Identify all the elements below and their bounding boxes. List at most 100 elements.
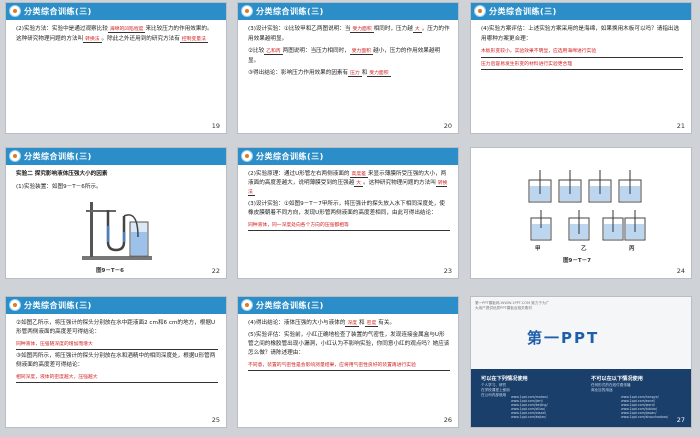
slide-header: 分类综合训练(三) [471,3,691,20]
slide-number: 21 [676,122,685,130]
answer: 密度 [364,321,379,327]
text: ③得出结论：影响压力作用效果的因素有 [248,70,349,76]
links-col2: www.1ppt.com/hangye/ www.1ppt.com/excel/… [621,395,668,419]
answer: 不同意，装置的气密性是会影响测量结果，应将用气密性良好的装置再进行实验 [248,361,450,371]
slide-body: (4)得出结论：液体压强的大小与液体的 深度和密度 有关。 (5)实验评估：实验前，… [248,319,450,373]
figure-label-jia: 甲 [535,246,541,252]
header-badge-icon [9,5,21,17]
slide-thumbnail-19[interactable]: 分类综合训练(三) (2)实验方法：实验中是通过观察比较 海绵的凹陷程度 来比较压力… [5,2,227,134]
slide-thumbnail-22[interactable]: 分类综合训练(三) 实验二 探究影响液体压强大小的因素 (1)实验装置：如图9－… [5,147,227,279]
list-item: 商业目的用途 [591,388,613,392]
slide-title: 分类综合训练(三) [256,152,324,161]
figure-caption: 图9－T－7 [563,258,591,264]
answer: 受力面积 [349,49,373,55]
figure-caption: 图9－T－6 [96,268,124,274]
slide-header: 分类综合训练(三) [238,148,458,165]
slide-title: 分类综合训练(三) [24,152,92,161]
answer: 压力后容易发生形变的材料进行实验更合理 [481,60,683,70]
text: 有关。 [378,320,396,326]
answer: 相同深度，液体的密度越大，压强越大 [16,373,218,383]
answer: 深度 [345,321,360,327]
text: (3)设计实验：①比较甲和乙两图说明：当 [248,26,351,32]
experiment-figure [528,170,646,241]
slide-thumbnail-21[interactable]: 分类综合训练(三) (4)实验方案评估：上述实验方案采用的是海绵，如果换用木板可… [470,2,692,134]
text: 。除此之外还用到的研究方法有 [101,35,180,42]
answer: 高度差 [349,172,368,178]
header-badge-icon [9,150,21,162]
slide-thumbnail-25[interactable]: 分类综合训练(三) ②如图乙所示，将压强计的探头分别放在水中距液面2 cm和6 … [5,296,227,428]
slide-body: (4)实验方案评估：上述实验方案采用的是海绵，如果换用木板可以吗？请指出选用哪种… [481,25,683,72]
links-col1: www.1ppt.com/moban/ www.1ppt.com/jieri/ … [511,395,548,419]
slide-number: 22 [211,267,220,275]
slide-header: 分类综合训练(三) [238,297,458,314]
text: ②比较 [248,48,265,54]
slide-body: (3)设计实验：①比较甲和乙两图说明：当 受力面积 相同时，压力越大，压力的作用效果… [248,25,450,82]
slide-number: 25 [211,416,220,424]
text: 。这种研究物理问题的方法叫 [363,180,436,186]
figure-label-bing: 丙 [629,246,635,252]
answer: 木板形变较小，实验效果不明显，应选用海绵进行实验 [481,47,683,58]
slide-thumbnail-24[interactable]: 甲 乙 丙 图9－T－7 24 [470,147,692,279]
col1-title: 可以在下列情况使用 [481,376,528,382]
slide-header: 分类综合训练(三) [6,3,226,20]
text: 相同时，压力越 [373,26,413,32]
link[interactable]: www.1ppt.com/shouchaobao/ [621,415,668,419]
slide-thumbnail-20[interactable]: 分类综合训练(三) (3)设计实验：①比较甲和乙两图说明：当 受力面积 相同时，压力… [237,2,459,134]
text: 和 [359,320,365,326]
answer: 受力面积 [367,71,391,77]
slide-title: 分类综合训练(三) [489,7,557,16]
text: 两图说明：当压力相同时， [282,48,350,54]
text: (5)实验评估：实验前，小红正确地检查了装置的气密性，发现连接金属盒与U形管之间… [248,332,450,356]
slide-body: ②如图乙所示，将压强计的探头分别放在水中距液面2 cm和6 cm的地方，根据U形… [16,319,218,385]
header-badge-icon [241,150,253,162]
answer: 控制变量法 [179,36,208,43]
slide-thumbnail-27[interactable]: 第一PPT模板网-WWW.1PPT.COM 致力于为广大用户提供优质PPT模板及… [470,296,692,428]
slide-number: 24 [676,267,685,275]
answer: 转换法 [83,36,102,43]
text: (2)实验方法：实验中是通过观察比较 [16,26,108,32]
text: 实验二 探究影响液体压强大小的因素 [16,171,108,177]
slide-header: 分类综合训练(三) [6,148,226,165]
slide-number: 20 [443,122,452,130]
slide-number: 27 [676,416,685,424]
answer: 受力面积 [350,27,374,33]
figure-label-yi: 乙 [581,246,587,252]
slide-number: 26 [443,416,452,424]
answer: 同种液体，同一深度处向各个方向的压强都相等 [248,221,450,231]
slide-number: 23 [443,267,452,275]
header-badge-icon [9,299,21,311]
pressure-gauge-figure [82,202,152,260]
banner-text: 第一PPT模板网-WWW.1PPT.COM 致力于为广大用户提供优质PPT模板及… [475,301,550,310]
answer: 乙和丙 [264,49,283,55]
list-item: 在公司内部使用 [481,393,507,397]
text: ③如图丙所示，将压强计的探头分别放在水和酒精中的相同深度处，根据U形管两侧液面的… [16,353,216,368]
text: (4)得出结论：液体压强的大小与液体的 [248,320,346,326]
col2-title: 不可以在以下情况使用 [591,376,643,382]
col1-list: 个人学习、研究 在学校课堂上使用 在公司内部使用 [481,383,510,398]
header-badge-icon [241,299,253,311]
link[interactable]: www.1ppt.com/kejian/ [511,415,548,419]
answer: 同种液体，压强随深度的增加而增大 [16,340,218,350]
answer: 大 [412,27,422,33]
slide-title: 分类综合训练(三) [24,301,92,310]
text: (1)实验装置：如图9－T－6所示。 [16,183,102,190]
header-badge-icon [474,5,486,17]
text: (4)实验方案评估：上述实验方案采用的是海绵，如果换用木板可以吗？请指出选用哪种… [481,26,680,42]
slide-body: (2)实验原理：通过U形管左右两侧液面的 高度差 来显示薄膜所受压强的大小，两液面的… [248,170,450,233]
slide-thumbnail-23[interactable]: 分类综合训练(三) (2)实验原理：通过U形管左右两侧液面的 高度差 来显示薄膜所受… [237,147,459,279]
slide-title: 分类综合训练(三) [256,301,324,310]
text: ②如图乙所示，将压强计的探头分别放在水中距液面2 cm和6 cm的地方，根据U形… [16,320,216,335]
slide-title: 分类综合训练(三) [24,7,92,16]
answer: 压力 [348,71,362,77]
slide-header: 分类综合训练(三) [6,297,226,314]
ppt-logo: 第一PPT [527,329,600,347]
slide-body: (2)实验方法：实验中是通过观察比较 海绵的凹陷程度 来比较压力的作用效果的。这种研… [16,25,218,47]
text: (3)设计实验：①如图9－T－7甲所示，将压强计的探头放入水下相同深度处，使橡皮… [248,201,445,216]
slide-title: 分类综合训练(三) [256,7,324,16]
text: (2)实验原理：通过U形管左右两侧液面的 [248,171,350,177]
answer: 海绵的凹陷程度 [107,27,146,33]
header-badge-icon [241,5,253,17]
slide-thumbnail-26[interactable]: 分类综合训练(三) (4)得出结论：液体压强的大小与液体的 深度和密度 有关。 (5… [237,296,459,428]
answer: 大 [354,181,364,187]
slide-header: 分类综合训练(三) [238,3,458,20]
